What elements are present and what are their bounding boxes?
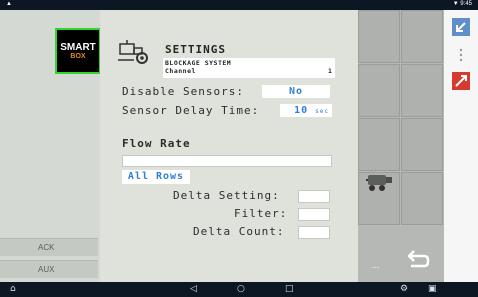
delta-count-label: Delta Count: xyxy=(193,225,285,238)
gear-icon xyxy=(118,40,148,64)
sensor-delay-value: 10 xyxy=(294,105,309,116)
flow-rate-label: Flow Rate xyxy=(122,137,191,150)
settings-panel: SETTINGS BLOCKAGE SYSTEM Channel 1 Disab… xyxy=(100,10,358,282)
flow-rate-field[interactable] xyxy=(122,155,332,167)
disable-sensors-label: Disable Sensors: xyxy=(122,85,244,98)
filter-field[interactable] xyxy=(298,208,330,221)
nav-back-icon[interactable]: ◁ xyxy=(190,283,197,296)
home-icon[interactable]: ⌂ xyxy=(10,283,16,296)
arrow-icon[interactable] xyxy=(452,18,470,36)
grid-cell[interactable] xyxy=(358,118,400,171)
smartbox-logo[interactable]: SMART BOX xyxy=(55,28,101,74)
filter-label: Filter: xyxy=(234,207,288,220)
settings-title: SETTINGS xyxy=(165,43,226,56)
subtitle-blockage: BLOCKAGE SYSTEM xyxy=(165,59,232,67)
delta-setting-field[interactable] xyxy=(298,190,330,203)
delta-count-field[interactable] xyxy=(298,226,330,239)
left-panel: SMART BOX ACK AUX xyxy=(0,10,101,282)
nav-recent-icon[interactable]: □ xyxy=(285,283,294,296)
swap-icon[interactable] xyxy=(452,72,470,90)
disable-sensors-value[interactable]: No xyxy=(262,85,330,98)
more-options-button[interactable]: ... xyxy=(372,260,380,270)
all-rows-button[interactable]: All Rows xyxy=(122,170,190,184)
nav-home-circle-icon[interactable]: ○ xyxy=(237,283,245,296)
logo-line2: BOX xyxy=(70,52,86,60)
sprayer-icon[interactable] xyxy=(366,170,394,192)
logo-line1: SMART xyxy=(60,41,96,53)
sensor-delay-label: Sensor Delay Time: xyxy=(122,104,260,117)
back-arrow-icon[interactable] xyxy=(406,248,432,270)
grid-cell[interactable] xyxy=(358,10,400,63)
right-strip xyxy=(444,10,478,282)
vertical-dots-icon[interactable] xyxy=(452,46,470,64)
channel-number: 1 xyxy=(328,67,332,75)
subtitle-channel: Channel xyxy=(165,67,196,75)
navigation-bar: ⌂ ◁ ○ □ ⚙ ▣ xyxy=(0,282,478,297)
grid-cell[interactable] xyxy=(401,118,443,171)
button-grid: ... xyxy=(358,10,444,282)
ack-button[interactable]: ACK xyxy=(0,238,98,256)
grid-cell[interactable] xyxy=(358,64,400,117)
screenshot-icon[interactable]: ▣ xyxy=(428,283,437,296)
grid-cell[interactable] xyxy=(401,10,443,63)
delta-setting-label: Delta Setting: xyxy=(173,189,280,202)
settings-nav-icon[interactable]: ⚙ xyxy=(400,283,408,296)
grid-cell[interactable] xyxy=(401,172,443,225)
sensor-delay-unit: sec xyxy=(315,108,329,115)
status-left: ▲ xyxy=(6,1,12,7)
grid-cell[interactable] xyxy=(401,64,443,117)
status-bar: ▲ ▼ 9:45 xyxy=(0,0,478,10)
sensor-delay-field[interactable]: 10 sec xyxy=(280,104,332,117)
aux-button[interactable]: AUX xyxy=(0,260,98,278)
status-right: ▼ 9:45 xyxy=(452,1,472,7)
